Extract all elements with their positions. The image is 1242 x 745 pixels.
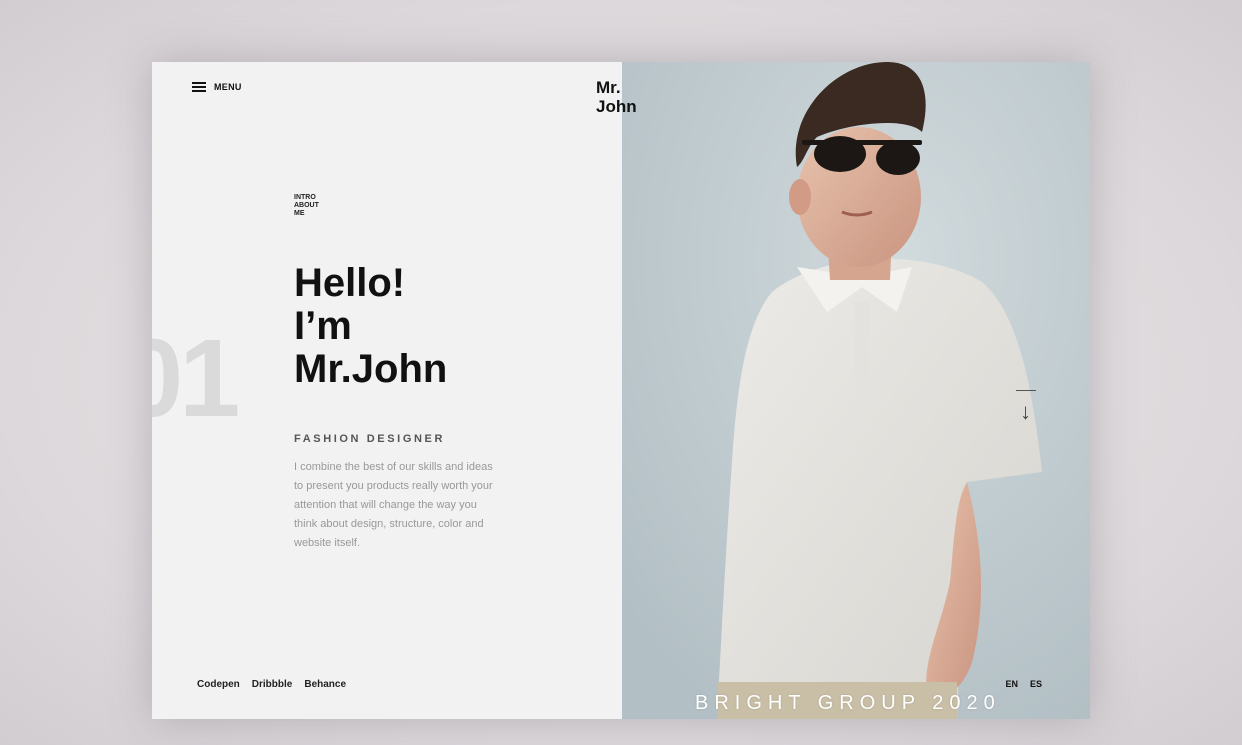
social-links: Codepen Dribbble Behance (197, 679, 346, 690)
landing-page-frame: MENU INTRO ABOUT ME 01 Hello! I’m Mr.Joh… (152, 62, 1090, 719)
role-title: FASHION DESIGNER (294, 433, 446, 445)
arrow-down-icon: ↓ (1020, 399, 1031, 424)
watermark-text: BRIGHT GROUP 2020 (695, 692, 1001, 714)
language-switcher: EN ES (1005, 679, 1042, 689)
dribbble-link[interactable]: Dribbble (252, 679, 293, 690)
brand-logo[interactable]: Mr. John (596, 78, 637, 116)
lang-es[interactable]: ES (1030, 679, 1042, 689)
menu-button[interactable]: MENU (192, 82, 242, 92)
section-label: INTRO ABOUT ME (294, 194, 319, 217)
menu-label: MENU (214, 82, 242, 92)
codepen-link[interactable]: Codepen (197, 679, 240, 690)
scroll-indicator-line (1016, 390, 1036, 391)
hero-heading: Hello! I’m Mr.John (294, 261, 448, 391)
left-panel: MENU INTRO ABOUT ME 01 Hello! I’m Mr.Joh… (152, 62, 622, 719)
lang-en[interactable]: EN (1005, 679, 1018, 689)
section-number: 01 (152, 317, 240, 440)
hamburger-icon (192, 82, 206, 92)
hero-description: I combine the best of our skills and ide… (294, 461, 493, 549)
behance-link[interactable]: Behance (304, 679, 346, 690)
scroll-down-button[interactable]: ↓ (1016, 385, 1036, 433)
